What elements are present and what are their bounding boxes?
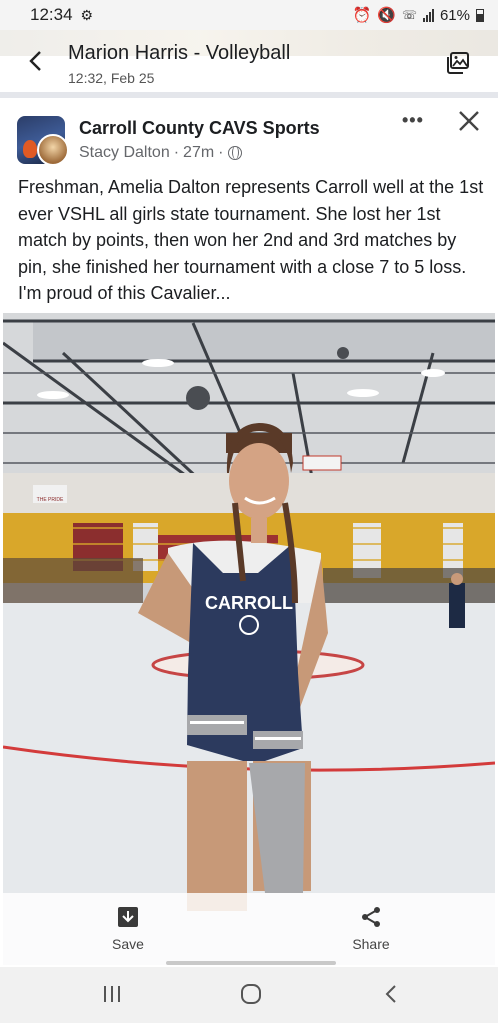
gallery-icon (447, 52, 469, 74)
post-text: Freshman, Amelia Dalton represents Carro… (18, 177, 484, 303)
signal-icon (422, 8, 434, 22)
author-avatar[interactable] (37, 134, 69, 166)
close-icon (459, 111, 479, 131)
post-photo[interactable]: THE PRIDE CARROLL (3, 313, 495, 965)
save-label: Save (112, 936, 144, 952)
meta-separator: · (218, 144, 224, 161)
avatar-flame-icon (23, 140, 37, 158)
status-bar: 12:34 ⚙ ⏰ 🔇 ☏ 61% (0, 0, 498, 30)
share-icon (362, 907, 380, 927)
status-time: 12:34 (30, 5, 73, 24)
page-name[interactable]: Carroll County CAVS Sports (79, 118, 320, 139)
share-button[interactable]: Share (344, 906, 398, 952)
chevron-left-icon (29, 51, 41, 71)
status-icons: ⏰ 🔇 ☏ 61% (353, 6, 484, 24)
more-options-button[interactable]: ••• (402, 110, 428, 130)
home-button[interactable] (236, 979, 266, 1009)
back-button[interactable] (20, 46, 50, 76)
wrestler-photo-illustration: THE PRIDE CARROLL (3, 313, 495, 965)
meta-separator: · (173, 144, 180, 161)
home-icon (241, 984, 261, 1004)
close-button[interactable] (456, 108, 482, 134)
photo-action-bar (3, 893, 495, 965)
globe-icon (227, 146, 242, 160)
battery-percent: 61% (439, 6, 470, 24)
save-button[interactable]: Save (106, 906, 150, 952)
battery-icon (476, 8, 484, 22)
gym-banner-text: THE PRIDE (37, 497, 64, 503)
recent-apps-button[interactable] (97, 979, 127, 1009)
author-name[interactable]: Stacy Dalton (79, 144, 170, 162)
post-meta: Stacy Dalton · 27m · (79, 144, 242, 162)
recent-apps-icon (104, 986, 120, 1002)
save-icon (118, 907, 138, 927)
header-divider (0, 92, 498, 98)
share-label: Share (352, 936, 390, 952)
alarm-icon: ⏰ (352, 7, 372, 24)
back-nav-button[interactable] (376, 979, 406, 1009)
app-notification-icon: ⚙ (80, 6, 94, 23)
wifi-call-icon: ☏ (401, 8, 417, 22)
conversation-title: Marion Harris - Volleyball (68, 42, 291, 64)
mute-icon: 🔇 (377, 7, 396, 24)
back-icon (385, 985, 396, 1003)
gallery-button[interactable] (446, 52, 470, 74)
scroll-indicator (166, 961, 336, 965)
singlet-text: CARROLL (205, 593, 293, 613)
conversation-timestamp: 12:32, Feb 25 (68, 70, 155, 86)
post-time: 27m (183, 144, 215, 161)
